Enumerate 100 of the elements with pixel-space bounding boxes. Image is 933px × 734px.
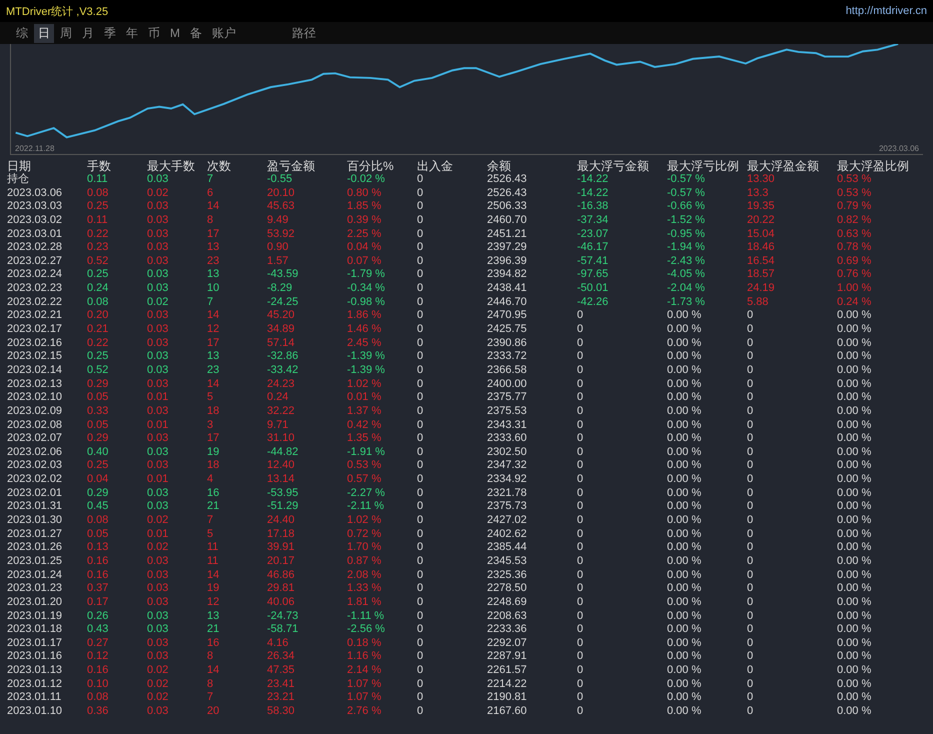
table-cell-text: 0.03 xyxy=(147,459,170,474)
table-cell-text: 2446.70 xyxy=(487,296,528,310)
table-cell-text: -46.17 xyxy=(577,241,610,255)
table-cell-text: 2023.03.03 xyxy=(6,200,64,214)
table-cell-text: 2023.01.23 xyxy=(6,582,64,596)
table-cell-text: 2023.02.08 xyxy=(6,418,64,432)
table-cell-text: 0.03 xyxy=(147,623,170,637)
table-cell-text: 0.00 % xyxy=(837,378,872,392)
table-cell-text: 2261.57 xyxy=(487,664,528,678)
table-cell-text: 12 xyxy=(207,596,220,610)
period-tab[interactable]: 币 xyxy=(144,24,164,42)
website-link[interactable]: http://mtdriver.cn xyxy=(846,5,927,17)
table-cell-text: 2.08 % xyxy=(347,568,382,582)
table-cell-text: 0.00 % xyxy=(667,336,702,350)
table-cell-text: 0.02 xyxy=(147,186,170,200)
period-tab[interactable]: 账户 xyxy=(208,24,240,42)
table-cell-text: 57.14 xyxy=(267,336,296,350)
table-cell-text: 0.00 % xyxy=(667,404,702,419)
period-tab[interactable]: 综 xyxy=(12,24,32,42)
table-cell-text: 0.03 xyxy=(147,378,170,392)
table-cell-text: 0.04 xyxy=(87,473,110,487)
table-cell-text: -16.38 xyxy=(577,200,610,214)
period-tab[interactable]: M xyxy=(166,25,184,41)
table-cell-text: 2023.01.16 xyxy=(6,650,64,664)
table-cell-text: 0 xyxy=(747,391,754,405)
table-cell-text: 2023.01.10 xyxy=(6,704,64,719)
period-tab[interactable]: 季 xyxy=(100,24,120,42)
table-cell-text: 0.03 xyxy=(147,173,170,187)
table-cell-text: 2366.58 xyxy=(487,364,528,378)
table-cell-text: 0 xyxy=(577,446,584,460)
table-cell-text: 0 xyxy=(417,596,424,610)
table-cell-text: -14.22 xyxy=(577,186,610,200)
table-cell-text: 0 xyxy=(417,432,424,446)
table-cell-text: 2023.01.20 xyxy=(6,596,64,610)
table-cell-text: 0.00 % xyxy=(837,704,872,719)
period-tab[interactable]: 备 xyxy=(186,24,206,42)
table-cell-text: 0.02 xyxy=(147,514,170,528)
table-cell-text: 0 xyxy=(417,418,424,432)
table-cell-text: 0.22 xyxy=(87,336,110,350)
period-tab[interactable]: 年 xyxy=(122,24,142,42)
period-tab[interactable]: 月 xyxy=(78,24,98,42)
table-cell-text: 0.03 xyxy=(147,446,170,460)
table-cell-text: 7 xyxy=(207,173,214,187)
table-cell-text: 0 xyxy=(417,541,424,555)
table-cell-text: 0 xyxy=(417,323,424,337)
table-cell-text: 0 xyxy=(747,582,754,596)
table-cell-text: 0 xyxy=(747,650,754,664)
table-cell-text: 0.11 xyxy=(87,214,109,228)
table-cell-text: 0.52 xyxy=(87,254,110,268)
table-cell-text: 0.00 % xyxy=(837,691,872,705)
table-cell-text: 1.85 % xyxy=(347,200,382,214)
table-cell-text: 0 xyxy=(747,514,754,528)
table-cell-text: 1.81 % xyxy=(347,596,382,610)
period-tab[interactable]: 日 xyxy=(34,24,54,42)
table-cell-text: 2347.32 xyxy=(487,459,528,474)
table-cell-text: 1.57 xyxy=(267,254,290,268)
table-cell-text: 19.35 xyxy=(747,200,776,214)
table-cell-text: 16 xyxy=(207,486,220,500)
table-cell-text: -53.95 xyxy=(267,486,300,500)
table-cell-text: 1.70 % xyxy=(347,541,382,555)
period-tab[interactable]: 周 xyxy=(56,24,76,42)
table-cell-text: 0.01 xyxy=(147,391,170,405)
table-cell-text: 0.00 % xyxy=(837,364,872,378)
table-cell-text: 12.40 xyxy=(267,459,296,474)
table-cell-text: 2023.01.25 xyxy=(6,554,64,569)
table-cell-text: -1.91 % xyxy=(347,446,386,460)
table-cell-text: 0.03 xyxy=(147,200,170,214)
table-cell-text: -1.39 % xyxy=(347,364,386,378)
table-cell-text: 2427.02 xyxy=(487,514,528,528)
table-cell-text: 0 xyxy=(417,336,424,350)
table-cell-text: 31.10 xyxy=(267,432,296,446)
table-cell-text: 0.00 % xyxy=(837,432,872,446)
table-cell-text: 2190.81 xyxy=(487,691,528,705)
table-cell-text: 0.00 % xyxy=(667,364,702,378)
table-cell-text: 0.08 xyxy=(87,514,110,528)
table-cell-text: 2345.53 xyxy=(487,554,528,569)
table-cell-text: 0.00 % xyxy=(667,623,702,637)
table-cell-text: 5.88 xyxy=(747,296,770,310)
table-cell-text: 2023.02.15 xyxy=(6,350,64,364)
table-cell-text: 0.00 % xyxy=(667,664,702,678)
table-cell-text: 1.07 % xyxy=(347,678,382,692)
table-cell-text: 16.54 xyxy=(747,254,776,268)
table-cell-text: 2.76 % xyxy=(347,704,382,719)
table-cell-text: 2023.02.07 xyxy=(6,432,64,446)
table-cell-text: 9.49 xyxy=(267,214,290,228)
table-cell-text: 23.41 xyxy=(267,678,296,692)
table-cell-text: 20.17 xyxy=(267,554,296,569)
table-cell-text: 2023.01.27 xyxy=(6,528,64,542)
table-cell-text: 0.03 xyxy=(147,554,170,569)
table-cell-text: 13 xyxy=(207,268,220,282)
table-cell-text: 0 xyxy=(577,704,584,719)
table-cell-text: 0.03 xyxy=(147,323,170,337)
table-cell-text: 0 xyxy=(417,296,424,310)
table-cell-text: 0 xyxy=(577,636,584,650)
table-cell-text: 2390.86 xyxy=(487,336,528,350)
table-cell-text: -50.01 xyxy=(577,282,610,296)
table-cell-text: -57.41 xyxy=(577,254,610,268)
table-cell-text: 4.16 xyxy=(267,636,290,650)
path-tab[interactable]: 路径 xyxy=(288,24,320,42)
table-cell-text: -2.04 % xyxy=(667,282,706,296)
